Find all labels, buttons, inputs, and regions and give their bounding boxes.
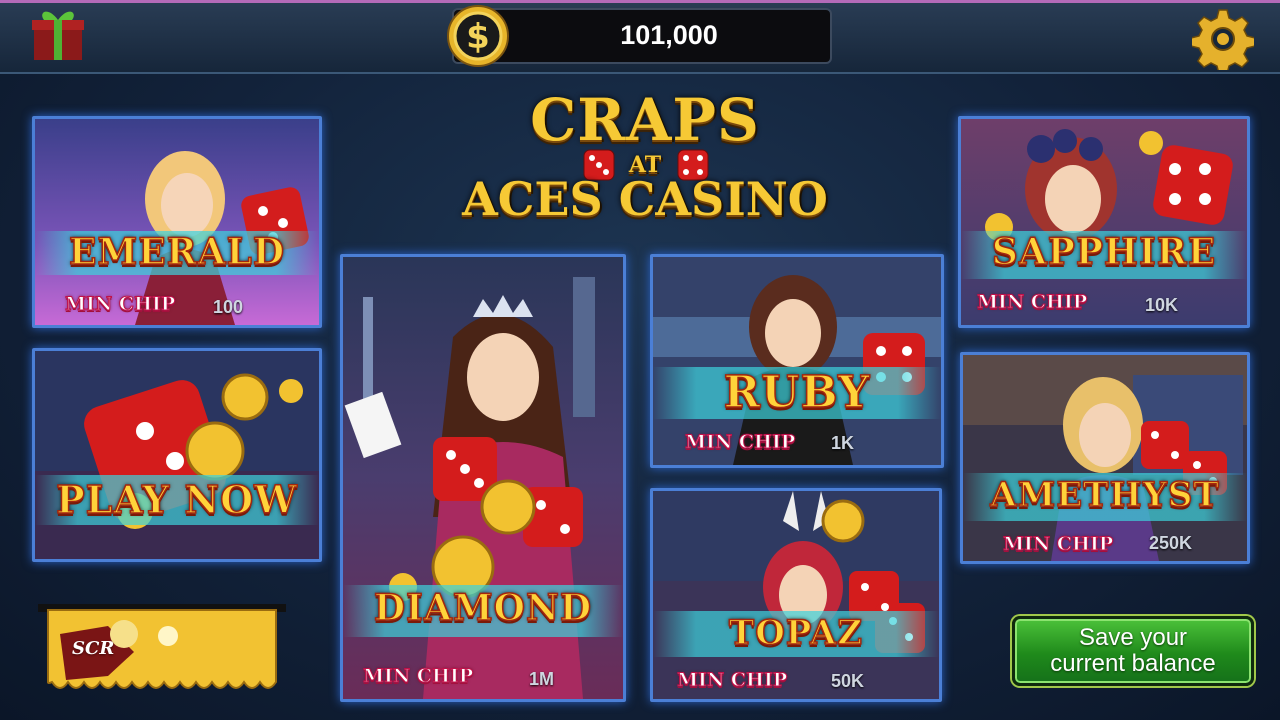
room-card-ruby[interactable]: RUBY MIN CHIP 1K: [650, 254, 944, 468]
min-chip-value: 50K: [831, 671, 865, 691]
save-button-line2: current balance: [1050, 650, 1216, 677]
topaz-scene: [653, 491, 939, 699]
room-card-emerald[interactable]: EMERALD MIN CHIP 100: [32, 116, 322, 328]
play-now-scene: [35, 351, 319, 559]
room-name: SAPPHIRE: [991, 230, 1217, 274]
play-now-label: PLAY NOW: [55, 476, 298, 523]
min-chip-label: MIN CHIP: [64, 293, 176, 316]
room-name: DIAMOND: [373, 586, 593, 630]
min-chip-value: 1M: [529, 669, 555, 689]
room-name: AMETHYST: [990, 474, 1220, 516]
min-chip-value: 1K: [831, 433, 855, 453]
room-card-amethyst[interactable]: AMETHYST MIN CHIP 250K: [960, 352, 1250, 564]
room-name: RUBY: [723, 366, 871, 419]
min-chip-value: 10K: [1145, 295, 1179, 315]
dollar-coin-icon: $: [447, 5, 509, 67]
scratch-card-button[interactable]: SCR: [38, 604, 286, 696]
top-bar: $ 101,000: [0, 0, 1280, 74]
amethyst-scene: [963, 355, 1247, 561]
min-chip-value: 100: [213, 297, 244, 317]
min-chip-label: MIN CHIP: [976, 291, 1088, 314]
play-now-card[interactable]: PLAY NOW: [32, 348, 322, 562]
room-name: TOPAZ: [728, 612, 864, 654]
gift-box-icon[interactable]: [30, 6, 86, 62]
logo-subtitle: ACES CASINO: [462, 172, 828, 226]
save-balance-button[interactable]: Save your current balance: [1012, 616, 1254, 686]
scratch-label: SCR: [72, 638, 115, 659]
svg-text:$: $: [466, 17, 490, 57]
min-chip-label: MIN CHIP: [684, 431, 796, 454]
gear-icon[interactable]: [1192, 8, 1254, 70]
coin-balance: 101,000: [620, 20, 718, 50]
game-logo: CRAPS AT ACES CASINO: [440, 86, 850, 236]
room-card-diamond[interactable]: DIAMOND MIN CHIP 1M: [340, 254, 626, 702]
min-chip-value: 250K: [1149, 533, 1193, 553]
room-card-sapphire[interactable]: SAPPHIRE MIN CHIP 10K: [958, 116, 1250, 328]
logo-title: CRAPS: [530, 86, 760, 154]
min-chip-label: MIN CHIP: [676, 669, 788, 692]
room-card-topaz[interactable]: TOPAZ MIN CHIP 50K: [650, 488, 942, 702]
min-chip-label: MIN CHIP: [362, 665, 474, 688]
save-button-line1: Save your: [1078, 624, 1188, 651]
room-name: EMERALD: [68, 230, 286, 274]
min-chip-label: MIN CHIP: [1002, 533, 1114, 556]
